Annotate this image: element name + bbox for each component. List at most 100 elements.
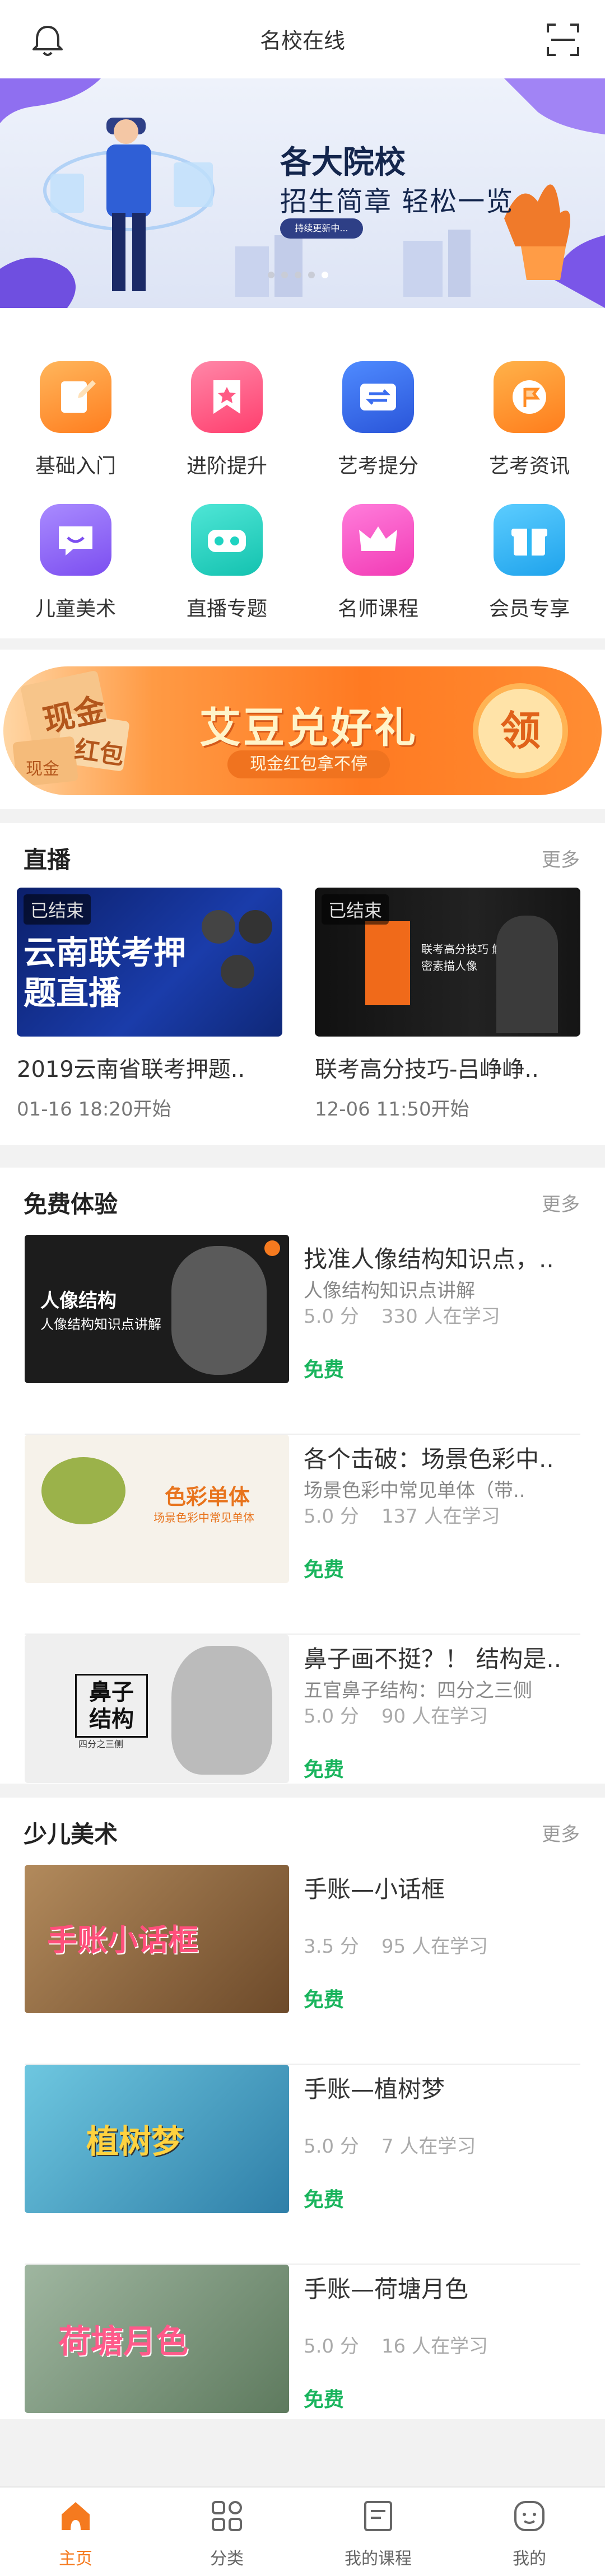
thumb-text: 荷塘月色 [58,2322,189,2360]
course-item[interactable]: 色彩单体 场景色彩中常见单体 各个击破：场景色彩中.. 场景色彩中常见单体（带.… [0,1435,605,1635]
live-more-link[interactable]: 更多 [542,844,580,872]
category-advanced[interactable]: 进阶提升 [171,361,283,479]
category-label: 会员专享 [488,598,570,620]
banner-dot[interactable] [308,272,315,278]
live-thumbnail: 联考高分技巧 解密素描人像 已结束 [315,888,580,1037]
course-learners: 90 人在学习 [381,1705,488,1728]
course-score: 5.0 分 [304,1505,359,1528]
course-score: 5.0 分 [304,1705,359,1728]
nose-sketch [171,1646,272,1775]
live-thumb-text: 云南联考押题直播 [24,934,187,1012]
live-title: 联考高分技巧-吕峥峥.. [315,1057,539,1082]
thumb-text: 植树梦 [86,2122,184,2160]
promo-pill: 现金红包拿不停 [227,750,390,778]
grid-icon [212,2501,242,2531]
tab-label: 我的 [513,2549,546,2569]
course-thumbnail: 人像结构 人像结构知识点讲解 [25,1235,289,1383]
course-price: 免费 [304,2188,345,2211]
teacher-avatar [221,955,254,988]
banner-subtitle: 招生简章 轻松一览 [280,186,514,217]
live-card[interactable]: 云南联考押题直播 已结束 2019云南省联考押题.. 01-16 18:20开始 [17,888,282,1121]
category-live[interactable]: 直播专题 [171,504,283,622]
top-header: 名校在线 [0,0,605,78]
course-meta: 3.5 分 95 人在学习 [304,1931,510,1958]
course-learners: 16 人在学习 [381,2335,488,2358]
live-title: 2019云南省联考押题.. [17,1057,245,1082]
course-title: 各个击破：场景色彩中.. [304,1445,554,1473]
category-score[interactable]: 艺考提分 [322,361,434,479]
bottom-tab-bar: 主页 分类 我的课程 我的 [0,2486,605,2576]
course-subtitle: 五官鼻子结构：四分之三侧 [304,1679,532,1702]
course-title: 找准人像结构知识点，.. [304,1245,554,1273]
page-title: 名校在线 [259,29,345,53]
promo-claim-button[interactable]: 领 [473,683,568,778]
course-score: 5.0 分 [304,2335,359,2358]
free-section: 免费体验 更多 人像结构 人像结构知识点讲解 找准人像结构知识点，.. 人像结构… [0,1168,605,1784]
crown-icon [342,504,414,576]
banner-dot-active[interactable] [322,272,328,278]
tab-profile[interactable]: 我的 [473,2498,585,2569]
category-label: 艺考提分 [337,455,418,478]
teacher-silhouette [496,916,558,1033]
orange-dot [264,1240,280,1256]
course-title: 手账—荷塘月色 [304,2275,469,2303]
category-news[interactable]: 艺考资讯 [473,361,585,479]
face-icon [514,2501,544,2531]
tab-label: 我的课程 [345,2549,412,2569]
scan-icon[interactable] [543,20,583,59]
category-teacher[interactable]: 名师课程 [322,504,434,622]
category-label: 进阶提升 [186,455,267,478]
course-meta: 5.0 分 7 人在学习 [304,2131,498,2158]
course-item[interactable]: 荷塘月色 手账—荷塘月色 5.0 分 16 人在学习 免费 [0,2265,605,2414]
live-thumbnail: 云南联考押题直播 已结束 [17,888,282,1037]
category-basic[interactable]: 基础入门 [20,361,132,479]
course-learners: 137 人在学习 [381,1505,500,1528]
thumb-subtext: 人像结构知识点讲解 [40,1317,161,1332]
tab-label: 主页 [59,2549,92,2569]
gift-icon [494,504,565,576]
course-learners: 95 人在学习 [381,1935,488,1958]
course-item[interactable]: 鼻子结构 四分之三侧 鼻子画不挺？！ 结构是.. 五官鼻子结构：四分之三侧 5.… [0,1635,605,1784]
banner-title: 各大院校 [280,144,406,181]
section-title-live: 直播 [24,846,71,874]
tab-my-courses[interactable]: 我的课程 [322,2498,434,2569]
course-item[interactable]: 手账小话框 手账—小话框 3.5 分 95 人在学习 免费 [0,1865,605,2065]
pencil-note-icon [40,361,111,433]
kids-section: 少儿美术 更多 手账小话框 手账—小话框 3.5 分 95 人在学习 免费 植树梦… [0,1798,605,2419]
course-score: 5.0 分 [304,1305,359,1328]
tab-category[interactable]: 分类 [171,2498,283,2569]
course-title: 手账—小话框 [304,1875,445,1903]
category-label: 直播专题 [186,598,267,620]
thumb-text: 人像结构 [40,1290,117,1312]
poster-block [365,921,410,1005]
chat-smile-icon [40,504,111,576]
hero-banner[interactable]: 各大院校 招生简章 轻松一览 持续更新中... [0,78,605,308]
live-card[interactable]: 联考高分技巧 解密素描人像 已结束 联考高分技巧-吕峥峥.. 12-06 11:… [315,888,580,1121]
course-price: 免费 [304,1359,345,1382]
tab-home[interactable]: 主页 [20,2498,132,2569]
banner-dot[interactable] [281,272,288,278]
thumb-subtext: 四分之三侧 [78,1739,124,1749]
course-score: 3.5 分 [304,1935,359,1958]
banner-update-button[interactable]: 持续更新中... [280,218,363,239]
banner-pagination[interactable] [268,272,328,279]
category-kids[interactable]: 儿童美术 [20,504,132,622]
course-item[interactable]: 人像结构 人像结构知识点讲解 找准人像结构知识点，.. 人像结构知识点讲解 5.… [0,1235,605,1435]
promo-banner[interactable]: 现金 红包 现金 艾豆兑好礼 现金红包拿不停 领 [3,666,602,795]
kids-more-link[interactable]: 更多 [542,1819,580,1846]
live-time: 12-06 11:50开始 [315,1098,469,1121]
course-price: 免费 [304,1758,345,1781]
card-icon [342,361,414,433]
category-label: 基础入门 [35,455,116,478]
live-thumb-text: 联考高分技巧 解密素描人像 [421,942,504,973]
category-vip[interactable]: 会员专享 [473,504,585,622]
banner-dot[interactable] [268,272,274,278]
thumb-subtext: 场景色彩中常见单体 [153,1511,254,1524]
free-more-link[interactable]: 更多 [542,1189,580,1216]
banner-dot[interactable] [295,272,301,278]
course-title: 手账—植树梦 [304,2075,445,2103]
live-status-tag: 已结束 [24,894,91,925]
course-thumbnail: 手账小话框 [25,1865,289,2013]
thumb-text: 鼻子结构 [75,1674,148,1738]
course-item[interactable]: 植树梦 手账—植树梦 5.0 分 7 人在学习 免费 [0,2065,605,2265]
